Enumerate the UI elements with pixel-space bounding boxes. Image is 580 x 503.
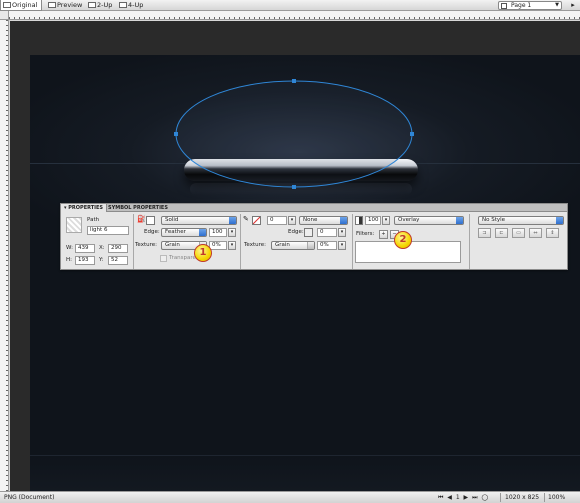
- tab-original[interactable]: Original: [0, 0, 42, 11]
- status-bar: PNG (Document) ⏮ ◀ 1 ▶ ⏭ ◯ 1020 x 825 10…: [0, 491, 580, 503]
- x-field[interactable]: 290: [108, 244, 128, 253]
- stroke-texture-amount-field[interactable]: 0%: [317, 241, 337, 250]
- align-button-4[interactable]: ⇔: [529, 228, 542, 238]
- feather-amount-field[interactable]: 100: [209, 228, 227, 237]
- ellipse-outline[interactable]: [175, 80, 413, 188]
- stroke-texture-label: Texture:: [244, 242, 266, 248]
- fill-edge-label: Edge:: [144, 229, 160, 235]
- stroke-edge-field[interactable]: 0: [317, 228, 337, 237]
- fill-edge-select[interactable]: Feather: [161, 228, 207, 237]
- no-color-icon: [252, 216, 261, 225]
- tab-symbol-properties[interactable]: SYMBOL PROPERTIES: [105, 204, 171, 212]
- tab-properties[interactable]: ▾ PROPERTIES: [61, 204, 108, 212]
- fill-texture-label: Texture:: [135, 242, 157, 248]
- properties-tabs: ▾ PROPERTIES SYMBOL PROPERTIES: [61, 204, 567, 212]
- chevron-down-icon: ▼: [555, 2, 559, 8]
- stroke-type-select[interactable]: None: [299, 216, 348, 225]
- stroke-texture-select[interactable]: Grain: [271, 241, 315, 250]
- align-button-1[interactable]: ⊐: [478, 228, 491, 238]
- anchor-point-right[interactable]: [410, 132, 414, 136]
- fill-texture-amount-field[interactable]: 0%: [209, 241, 227, 250]
- style-select[interactable]: No Style: [478, 216, 564, 225]
- y-field[interactable]: 52: [108, 256, 128, 265]
- transparent-checkbox[interactable]: [160, 255, 167, 262]
- next-page-icon[interactable]: ▸: [566, 0, 580, 11]
- tab-2-up[interactable]: 2-Up: [86, 0, 116, 11]
- blend-mode-select[interactable]: Overlay: [394, 216, 464, 225]
- ruler-corner: [0, 11, 9, 20]
- opacity-icon: [355, 216, 363, 225]
- height-field[interactable]: 193: [75, 256, 95, 265]
- anchor-point-left[interactable]: [174, 132, 178, 136]
- original-view-icon: [3, 2, 11, 8]
- anchor-point-bottom[interactable]: [292, 185, 296, 189]
- tab-preview[interactable]: Preview: [46, 0, 84, 11]
- path-thumbnail: [66, 217, 82, 233]
- vertical-ruler[interactable]: [0, 20, 9, 491]
- opacity-stepper[interactable]: ▾: [382, 216, 390, 225]
- section-divider: [240, 214, 241, 269]
- view-tabs-bar: Original Preview 2-Up 4-Up Page 1 ▼ ▸: [0, 0, 580, 11]
- page-icon: [501, 3, 507, 9]
- two-up-view-icon: [88, 2, 96, 8]
- stroke-size-stepper[interactable]: ▾: [288, 216, 296, 225]
- stroke-edge-label: Edge:: [288, 229, 304, 235]
- document-type-label: PNG (Document): [4, 494, 55, 501]
- width-label: W:: [66, 245, 73, 251]
- x-label: X:: [99, 245, 105, 251]
- section-divider: [133, 214, 134, 269]
- fill-bucket-icon: ⛽: [137, 215, 146, 223]
- properties-panel: ▾ PROPERTIES SYMBOL PROPERTIES Path ligh…: [60, 203, 568, 270]
- add-filter-button[interactable]: +: [379, 230, 388, 239]
- stroke-color-swatch[interactable]: [252, 216, 261, 225]
- status-separator: [544, 493, 545, 502]
- object-type-label: Path: [87, 217, 100, 223]
- horizontal-ruler[interactable]: [9, 11, 580, 20]
- frame-navigation[interactable]: ⏮ ◀ 1 ▶ ⏭ ◯: [438, 492, 489, 503]
- selected-ellipse-path[interactable]: [30, 55, 580, 498]
- section-divider: [352, 214, 353, 269]
- align-button-3[interactable]: ▭: [512, 228, 525, 238]
- fill-type-select[interactable]: Solid: [161, 216, 237, 225]
- fill-color-swatch[interactable]: [146, 216, 155, 225]
- stroke-edge-swatch[interactable]: [304, 228, 313, 237]
- stroke-texture-stepper[interactable]: ▾: [338, 241, 346, 250]
- object-name-field[interactable]: light 6: [87, 226, 129, 235]
- opacity-field[interactable]: 100: [365, 216, 381, 225]
- pencil-icon: ✎: [243, 215, 249, 223]
- width-field[interactable]: 439: [75, 244, 95, 253]
- status-separator: [500, 493, 501, 502]
- zoom-select[interactable]: 100%: [548, 492, 565, 503]
- stroke-edge-stepper[interactable]: ▾: [338, 228, 346, 237]
- section-divider: [469, 214, 470, 269]
- callout-marker-1: 1: [194, 244, 212, 262]
- callout-marker-2: 2: [394, 231, 412, 249]
- preview-view-icon: [48, 2, 56, 8]
- height-label: H:: [66, 257, 72, 263]
- stroke-size-field[interactable]: 0: [267, 216, 287, 225]
- filters-label: Filters:: [356, 231, 375, 237]
- anchor-point-top[interactable]: [292, 79, 296, 83]
- page-select[interactable]: Page 1 ▼: [498, 1, 562, 10]
- y-label: Y:: [99, 257, 104, 263]
- fill-texture-stepper[interactable]: ▾: [228, 241, 236, 250]
- align-button-5[interactable]: ⇕: [546, 228, 559, 238]
- align-button-2[interactable]: ⊏: [495, 228, 508, 238]
- tab-4-up[interactable]: 4-Up: [117, 0, 147, 11]
- four-up-view-icon: [119, 2, 127, 8]
- canvas-dimensions: 1020 x 825: [505, 494, 540, 501]
- feather-amount-stepper[interactable]: ▾: [228, 228, 236, 237]
- document-canvas[interactable]: [30, 55, 580, 498]
